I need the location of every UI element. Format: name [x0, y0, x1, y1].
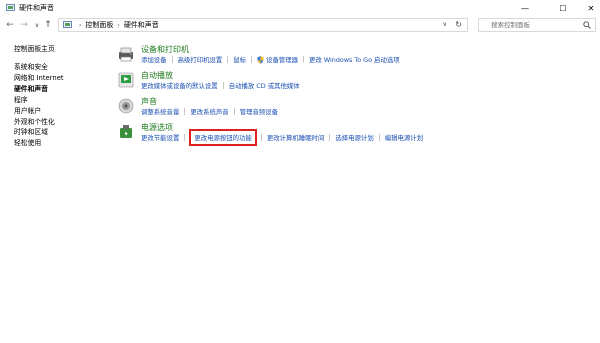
sidebar-item-network-internet[interactable]: 网络和 Internet: [14, 73, 104, 84]
power-options-icon: [120, 125, 132, 138]
control-panel-icon: [6, 4, 15, 11]
address-bar[interactable]: › 控制面板 › 硬件和声音 ∨ ↻: [58, 18, 468, 32]
window-title: 硬件和声音: [19, 4, 54, 12]
category-links: 添加设备 高级打印机设置 鼠标 设备管理器 更改 Windows To Go 启…: [141, 55, 400, 64]
category-title[interactable]: 设备和打印机: [141, 44, 189, 55]
title-bar: 硬件和声音 — ☐ ✕: [0, 0, 600, 16]
back-button[interactable]: ←: [4, 19, 16, 31]
search-input[interactable]: [479, 19, 579, 31]
link-separator: [260, 134, 262, 141]
refresh-button[interactable]: ↻: [455, 20, 462, 29]
change-power-button-function-link[interactable]: 更改电源按钮的功能: [189, 129, 257, 146]
control-panel-icon: [63, 21, 72, 28]
choose-power-plan-link[interactable]: 选择电源计划: [335, 133, 373, 142]
sidebar-home-link[interactable]: 控制面板主页: [14, 43, 104, 53]
windows-to-go-link[interactable]: 更改 Windows To Go 启动选项: [309, 55, 400, 64]
manage-audio-devices-link[interactable]: 管理音频设备: [240, 107, 278, 116]
close-button[interactable]: ✕: [576, 0, 600, 16]
add-device-link[interactable]: 添加设备: [141, 55, 167, 64]
breadcrumb-separator: ›: [79, 21, 82, 29]
device-manager-link[interactable]: 设备管理器: [266, 55, 298, 64]
search-icon[interactable]: [583, 21, 591, 29]
link-separator: [184, 134, 186, 141]
mouse-link[interactable]: 鼠标: [233, 55, 246, 64]
link-separator: [233, 108, 235, 115]
sidebar-item-appearance[interactable]: 外观和个性化: [14, 117, 104, 128]
address-dropdown[interactable]: ∨: [443, 21, 447, 28]
sidebar-item-clock-region[interactable]: 时钟和区域: [14, 127, 104, 138]
sidebar-item-hardware-sound[interactable]: 硬件和声音: [14, 84, 104, 95]
sidebar-item-ease-of-access[interactable]: 轻松使用: [14, 138, 104, 149]
breadcrumb-separator: ›: [117, 21, 120, 29]
sidebar-item-user-accounts[interactable]: 用户帐户: [14, 106, 104, 117]
category-title[interactable]: 声音: [141, 96, 157, 107]
advanced-printer-setup-link[interactable]: 高级打印机设置: [178, 55, 223, 64]
address-row: ← → ∨ ↑ › 控制面板 › 硬件和声音 ∨ ↻: [0, 16, 600, 34]
link-separator: [184, 108, 186, 115]
change-media-defaults-link[interactable]: 更改媒体或设备的默认设置: [141, 81, 218, 90]
change-power-saving-link[interactable]: 更改节能设置: [141, 133, 179, 142]
link-separator: [222, 82, 224, 89]
search-box[interactable]: [478, 18, 596, 32]
category-title[interactable]: 自动播放: [141, 70, 173, 81]
speaker-icon: [118, 98, 134, 114]
link-separator: [329, 134, 331, 141]
minimize-button[interactable]: —: [510, 0, 540, 16]
change-system-sounds-link[interactable]: 更改系统声音: [190, 107, 228, 116]
link-separator: [251, 56, 253, 63]
uac-shield-icon: [257, 55, 264, 64]
breadcrumb-control-panel[interactable]: 控制面板: [85, 20, 113, 30]
category-links: 更改媒体或设备的默认设置 自动播放 CD 或其他媒体: [141, 81, 300, 90]
category-title[interactable]: 电源选项: [141, 122, 173, 133]
sidebar-item-system-security[interactable]: 系统和安全: [14, 62, 104, 73]
change-sleep-time-link[interactable]: 更改计算机睡眠时间: [267, 133, 325, 142]
autoplay-cd-link[interactable]: 自动播放 CD 或其他媒体: [229, 81, 300, 90]
forward-button[interactable]: →: [18, 19, 30, 31]
link-separator: [303, 56, 305, 63]
link-separator: [378, 134, 380, 141]
sidebar: 控制面板主页 系统和安全 网络和 Internet 硬件和声音 程序 用户帐户 …: [14, 43, 104, 149]
category-links: 更改节能设置 更改电源按钮的功能 更改计算机睡眠时间 选择电源计划 编辑电源计划: [141, 129, 423, 146]
link-separator: [171, 56, 173, 63]
maximize-button[interactable]: ☐: [548, 0, 578, 16]
adjust-volume-link[interactable]: 调整系统音量: [141, 107, 179, 116]
link-separator: [227, 56, 229, 63]
breadcrumb-hardware-and-sound[interactable]: 硬件和声音: [124, 20, 159, 30]
up-button[interactable]: ↑: [42, 19, 54, 31]
edit-power-plan-link[interactable]: 编辑电源计划: [385, 133, 423, 142]
category-links: 调整系统音量 更改系统声音 管理音频设备: [141, 107, 278, 116]
sidebar-item-programs[interactable]: 程序: [14, 95, 104, 106]
printer-icon: [119, 47, 133, 62]
autoplay-icon: [118, 72, 134, 88]
